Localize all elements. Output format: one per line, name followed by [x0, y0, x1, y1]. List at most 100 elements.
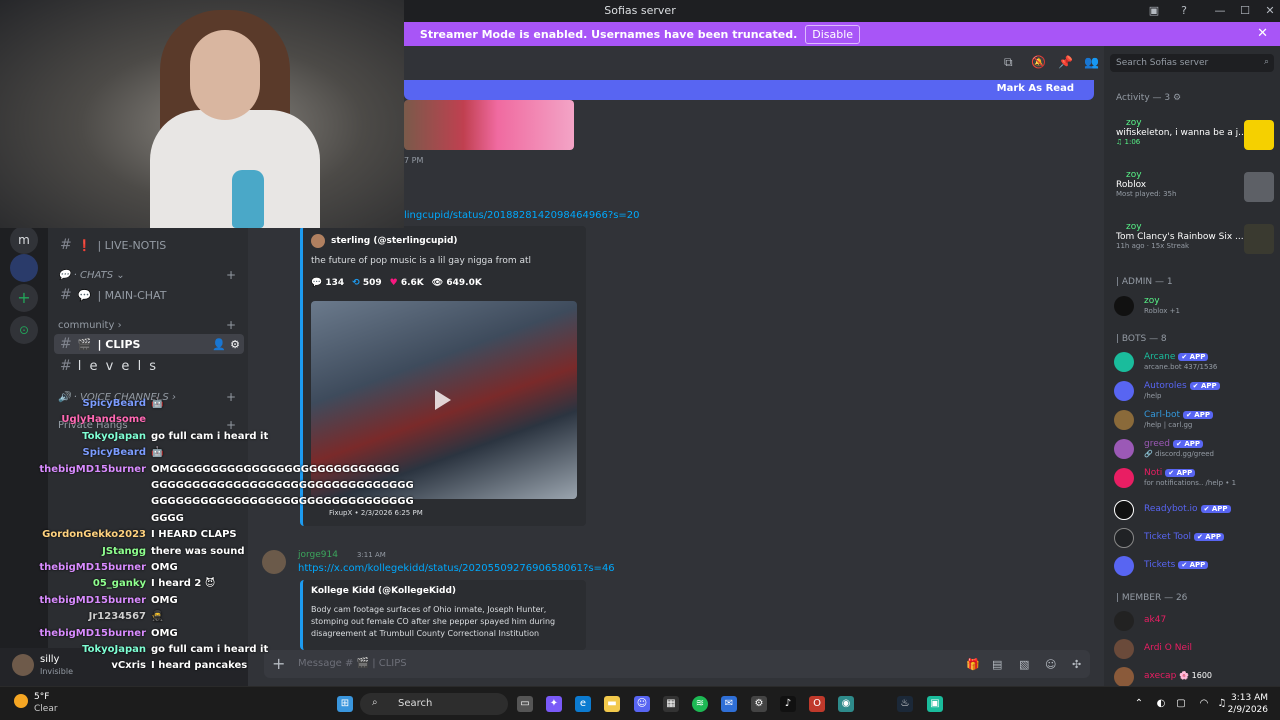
activity-art — [1244, 120, 1274, 150]
member-item[interactable]: Ticket Tool ✔ APP — [1114, 526, 1274, 552]
activity-card[interactable]: zoy wifiskeleton, i wanna be a j... ♫ 1:… — [1116, 118, 1276, 162]
avatar — [1114, 500, 1134, 520]
chat-message: OMG — [151, 627, 178, 639]
help-icon[interactable]: ? — [1176, 3, 1192, 19]
member-list-icon[interactable]: 👥 — [1084, 55, 1099, 69]
app-icon[interactable]: ⚙ — [751, 696, 767, 712]
member-name: Tickets — [1144, 560, 1176, 570]
sticker-icon[interactable]: ▧ — [1019, 658, 1029, 671]
channel-main-chat[interactable]: # 💬 | MAIN-CHAT — [54, 285, 244, 305]
add-channel-icon[interactable]: + — [226, 268, 236, 282]
notifications-icon[interactable]: 🔕 — [1031, 55, 1046, 69]
new-messages-bar[interactable]: Mark As Read — [404, 80, 1094, 100]
emoji-icon[interactable]: ☺ — [1045, 658, 1056, 671]
message-composer[interactable]: + Message # 🎬 | CLIPS 🎁 ▤ ▧ ☺ ✣ — [264, 650, 1090, 678]
category-chats[interactable]: 💬 · CHATS ⌄ — [58, 270, 125, 281]
chat-message: OMGGGGGGGGGGGGGGGGGGGGGGGGGGGG — [151, 463, 400, 475]
mark-as-read-button[interactable]: Mark As Read — [997, 83, 1074, 94]
member-name: Readybot.io — [1144, 504, 1198, 514]
wifi-icon[interactable]: ◠ — [1196, 696, 1212, 712]
channel-levels[interactable]: # l e v e l s — [54, 356, 244, 376]
activity-card[interactable]: zoy Roblox Most played: 35h — [1116, 170, 1276, 214]
stream-chat-line: UglyHandsome — [0, 414, 151, 425]
minimize-button[interactable]: — — [1212, 3, 1228, 19]
discover-icon[interactable]: ⊙ — [10, 316, 38, 344]
close-banner-icon[interactable]: ✕ — [1257, 26, 1268, 41]
chat-message: OMG — [151, 562, 178, 573]
inbox-icon[interactable]: ▣ — [1146, 3, 1162, 19]
clock[interactable]: 3:13 AM 2/9/2026 — [1228, 692, 1268, 716]
close-window-button[interactable]: ✕ — [1262, 3, 1278, 19]
task-view-icon[interactable]: ▭ — [517, 696, 533, 712]
maximize-button[interactable]: ☐ — [1237, 3, 1253, 19]
member-item[interactable]: Autoroles ✔ APP /help — [1114, 379, 1274, 405]
activity-card[interactable]: zoy Tom Clancy's Rainbow Six ... 11h ago… — [1116, 222, 1276, 266]
tray-chevron-icon[interactable]: ⌃ — [1131, 696, 1147, 712]
opera-icon[interactable]: O — [809, 696, 825, 712]
tray-app-icon[interactable]: ▢ — [1173, 696, 1189, 712]
member-header: | MEMBER — 26 — [1116, 593, 1188, 603]
invite-icon[interactable]: 👤 — [212, 338, 226, 351]
previous-media-thumbnail[interactable] — [404, 100, 574, 150]
start-windows-icon[interactable]: ⊞ — [337, 696, 353, 712]
member-item[interactable]: zoy Roblox +1 — [1114, 294, 1274, 320]
channel-label: | MAIN-CHAT — [97, 288, 167, 302]
app-icon[interactable]: ◉ — [838, 696, 854, 712]
member-item[interactable]: Tickets ✔ APP — [1114, 554, 1274, 580]
search-input[interactable]: Search Sofias server ⌕ — [1110, 54, 1274, 72]
apps-icon[interactable]: ✣ — [1072, 658, 1081, 671]
store-icon[interactable]: ▦ — [663, 696, 679, 712]
server-icon-m[interactable]: m — [10, 226, 38, 254]
app-badge: ✔ APP — [1200, 505, 1231, 513]
mail-icon[interactable]: ✉ — [721, 696, 737, 712]
category-community[interactable]: community › — [58, 320, 122, 331]
discord-icon[interactable]: ☺ — [634, 696, 650, 712]
tray-app-icon[interactable]: ◐ — [1153, 696, 1169, 712]
file-explorer-icon[interactable]: ▬ — [604, 696, 620, 712]
settings-gear-icon[interactable]: ⚙ — [1173, 93, 1181, 103]
chat-username: SpicyBeard — [82, 447, 146, 459]
add-channel-icon[interactable]: + — [226, 318, 236, 332]
embed-author[interactable]: sterling (@sterlingcupid) — [331, 236, 458, 246]
hash-icon: # — [60, 237, 72, 253]
stream-chat-overlay: SpicyBeard 🤖 UglyHandsome TokyoJapan go full… — [0, 398, 413, 678]
spotify-icon[interactable]: ≋ — [692, 696, 708, 712]
settings-gear-icon[interactable]: ⚙ — [230, 338, 240, 351]
message-link[interactable]: lingcupid/status/2018828142098464966?s=2… — [404, 210, 640, 221]
member-item[interactable]: ak47 — [1114, 609, 1274, 635]
embed-stats: 💬 134 ⟲ 509 ♥ 6.6K 👁 649.0K — [311, 278, 482, 288]
add-server-icon[interactable]: + — [10, 284, 38, 312]
bots-header: | BOTS — 8 — [1116, 334, 1167, 344]
app-badge: ✔ APP — [1178, 561, 1209, 569]
server-icon-avatar[interactable] — [10, 254, 38, 282]
member-name: Arcane — [1144, 352, 1176, 362]
member-item[interactable]: greed ✔ APP 🔗 discord.gg/greed — [1114, 437, 1274, 463]
play-icon[interactable] — [435, 390, 451, 410]
gif-icon[interactable]: ▤ — [992, 658, 1002, 671]
member-item[interactable]: Ardi O Neil — [1114, 637, 1274, 663]
hash-icon: # — [60, 336, 72, 352]
app-icon[interactable]: ▣ — [927, 696, 943, 712]
edge-icon[interactable]: e — [575, 696, 591, 712]
member-item[interactable]: Readybot.io ✔ APP — [1114, 498, 1274, 524]
views-stat: 👁 649.0K — [431, 278, 482, 288]
avatar — [1114, 468, 1134, 488]
activity-header: Activity — 3 ⚙ — [1116, 93, 1182, 103]
channel-clips[interactable]: # 🎬 | CLIPS 👤 ⚙ — [54, 334, 244, 354]
copilot-icon[interactable]: ✦ — [546, 696, 562, 712]
channel-live-notis[interactable]: # ❗ | LIVE-NOTIS — [54, 235, 244, 255]
threads-icon[interactable]: ⧉ — [1004, 55, 1013, 70]
steam-icon[interactable]: ♨ — [897, 696, 913, 712]
chat-message: 🥷 — [151, 611, 164, 623]
webcam-bottle — [232, 170, 264, 228]
member-item[interactable]: Carl-bot ✔ APP /help | carl.gg — [1114, 408, 1274, 434]
gift-icon[interactable]: 🎁 — [966, 658, 980, 671]
pin-icon[interactable]: 📌 — [1058, 55, 1073, 69]
taskbar-search[interactable]: ⌕ Search — [360, 693, 508, 715]
stream-chat-line: thebigMD15burner OMG — [0, 627, 178, 639]
disable-streamer-mode-button[interactable]: Disable — [805, 24, 861, 44]
member-item[interactable]: Arcane ✔ APP arcane.bot 437/1536 — [1114, 350, 1274, 376]
tiktok-icon[interactable]: ♪ — [780, 696, 796, 712]
member-item[interactable]: Noti ✔ APP for notifications.. /help • 1 — [1114, 466, 1274, 492]
chat-username: thebigMD15burner — [39, 594, 146, 606]
